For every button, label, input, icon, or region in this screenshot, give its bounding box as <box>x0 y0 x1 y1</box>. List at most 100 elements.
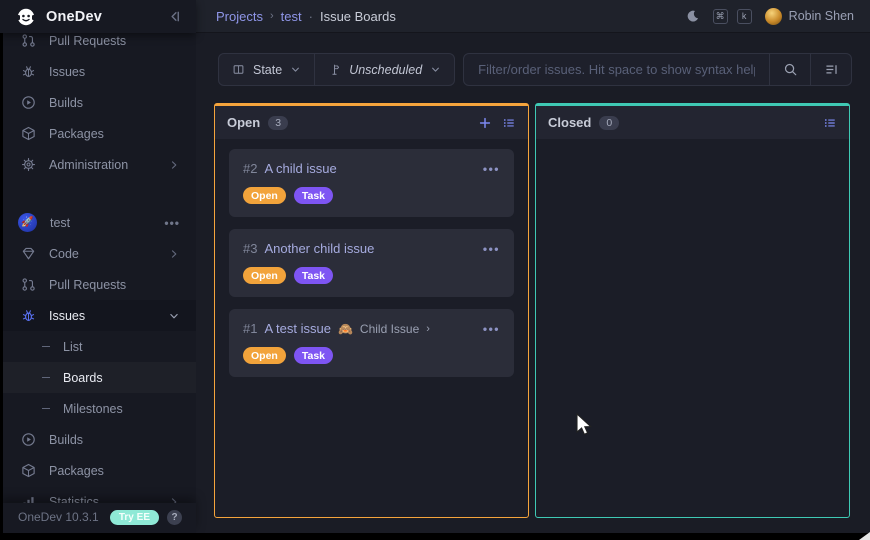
sidebar-item-project-statistics[interactable]: Statistics <box>0 486 196 503</box>
corner-artifact <box>859 532 870 540</box>
package-icon <box>20 126 36 141</box>
try-ee-badge[interactable]: Try EE <box>110 510 159 525</box>
column-count-badge: 3 <box>268 116 288 130</box>
help-icon[interactable]: ? <box>167 510 182 525</box>
sidebar-item-issues-boards[interactable]: Boards <box>0 362 196 393</box>
version-label: OneDev 10.3.1 <box>18 510 102 524</box>
issue-query-group <box>463 53 852 86</box>
issue-card-2[interactable]: #2 A child issue ••• Open Task <box>229 149 514 217</box>
pull-request-icon <box>20 33 36 48</box>
sidebar-project-group: 🚀 test ••• Code Pull Requests Issues <box>0 207 196 503</box>
sidebar-item-project-builds[interactable]: Builds <box>0 424 196 455</box>
milestone-dropdown-label: Unscheduled <box>349 63 422 77</box>
state-dropdown-label: State <box>253 63 282 77</box>
issue-title-link[interactable]: A test issue <box>264 321 330 336</box>
card-menu-dots-icon[interactable]: ••• <box>483 325 500 333</box>
column-body-closed <box>536 139 849 517</box>
sidebar-collapse-icon[interactable] <box>167 9 182 24</box>
dark-mode-moon-icon[interactable] <box>686 9 700 23</box>
sidebar-item-project-packages[interactable]: Packages <box>0 455 196 486</box>
sidebar-item-packages[interactable]: Packages <box>0 118 196 149</box>
column-list-icon[interactable] <box>502 116 516 130</box>
stats-bars-icon <box>20 494 36 503</box>
issue-title-link[interactable]: A child issue <box>264 161 336 176</box>
sidebar-item-issues[interactable]: Issues <box>0 56 196 87</box>
play-circle-icon <box>20 95 36 110</box>
bug-icon <box>20 64 36 79</box>
sidebar-item-label: Builds <box>49 96 83 110</box>
saved-queries-toggle-icon[interactable] <box>810 54 851 85</box>
sidebar-item-builds[interactable]: Builds <box>0 87 196 118</box>
type-badge-task: Task <box>294 347 333 364</box>
breadcrumb-test-link[interactable]: test <box>281 9 302 24</box>
chevron-down-icon <box>430 64 441 75</box>
sidebar-item-label: Statistics <box>49 495 99 504</box>
state-dropdown[interactable]: State <box>219 54 314 85</box>
column-count-badge: 0 <box>599 116 619 130</box>
sidebar-item-administration[interactable]: Administration <box>0 149 196 180</box>
sidebar-item-label: Boards <box>63 371 103 385</box>
gear-icon <box>20 157 36 172</box>
issue-ref: #3 <box>243 241 257 256</box>
type-badge-task: Task <box>294 187 333 204</box>
sidebar-item-label: Administration <box>49 158 128 172</box>
child-issue-link[interactable]: Child Issue <box>360 322 419 336</box>
project-menu-dots-icon[interactable]: ••• <box>164 216 180 230</box>
sidebar-item-issues-milestones[interactable]: Milestones <box>0 393 196 424</box>
sidebar-header: OneDev <box>0 0 196 33</box>
sidebar-item-label: Code <box>49 247 79 261</box>
issue-ref: #1 <box>243 321 257 336</box>
search-button[interactable] <box>769 54 810 85</box>
sidebar-item-project-test[interactable]: 🚀 test ••• <box>0 207 196 238</box>
state-badge-open: Open <box>243 267 286 284</box>
issue-filter-input[interactable] <box>464 54 769 85</box>
column-header-closed: Closed 0 <box>536 106 849 139</box>
chevron-down-icon <box>290 64 301 75</box>
kbd-k-key: k <box>737 9 752 24</box>
sidebar-item-label: Milestones <box>63 402 123 416</box>
sidebar-item-label: Pull Requests <box>49 34 126 48</box>
play-circle-icon <box>20 432 36 447</box>
columns-icon <box>232 63 245 76</box>
chevron-right-icon <box>168 496 180 504</box>
topbar-right: ⌘ k Robin Shen <box>686 8 854 25</box>
onedev-logo-icon <box>16 7 36 27</box>
project-avatar: 🚀 <box>18 213 37 232</box>
issue-title-link[interactable]: Another child issue <box>264 241 374 256</box>
breadcrumb-current: Issue Boards <box>320 9 396 24</box>
add-issue-icon[interactable] <box>478 116 492 130</box>
milestone-dropdown[interactable]: Unscheduled <box>314 54 454 85</box>
sidebar-item-label: test <box>50 216 70 230</box>
issue-card-3[interactable]: #3 Another child issue ••• Open Task <box>229 229 514 297</box>
issue-ref: #2 <box>243 161 257 176</box>
card-menu-dots-icon[interactable]: ••• <box>483 245 500 253</box>
column-actions <box>478 116 516 130</box>
issue-board: Open 3 #2 A child issue ••• <box>214 103 850 518</box>
milestone-icon <box>328 63 341 76</box>
issue-card-1[interactable]: #1 A test issue 🙈 Child Issue › ••• Open… <box>229 309 514 377</box>
sidebar-item-label: Packages <box>49 127 104 141</box>
user-menu[interactable]: Robin Shen <box>765 8 854 25</box>
type-badge-task: Task <box>294 267 333 284</box>
user-name: Robin Shen <box>789 9 854 23</box>
content: State Unscheduled <box>196 33 870 533</box>
chevron-right-icon <box>168 159 180 171</box>
breadcrumb-projects-link[interactable]: Projects <box>216 9 263 24</box>
card-menu-dots-icon[interactable]: ••• <box>483 165 500 173</box>
board-column-open: Open 3 #2 A child issue ••• <box>214 103 529 518</box>
sidebar-item-project-pull-requests[interactable]: Pull Requests <box>0 269 196 300</box>
chevron-right-icon <box>168 248 180 260</box>
onedev-window: Pull Requests Issues Builds Packages Adm… <box>0 0 870 533</box>
state-badge-open: Open <box>243 187 286 204</box>
bug-icon <box>20 308 36 323</box>
code-gem-icon <box>20 246 36 261</box>
sidebar-item-issues-list[interactable]: List <box>0 331 196 362</box>
sidebar-item-code[interactable]: Code <box>0 238 196 269</box>
sidebar-item-project-issues[interactable]: Issues <box>0 300 196 331</box>
sidebar-item-label: Pull Requests <box>49 278 126 292</box>
mouse-cursor <box>573 412 597 436</box>
column-list-icon[interactable] <box>823 116 837 130</box>
sidebar-item-label: Issues <box>49 65 85 79</box>
state-badge-open: Open <box>243 347 286 364</box>
column-body-open: #2 A child issue ••• Open Task #3 <box>215 139 528 517</box>
